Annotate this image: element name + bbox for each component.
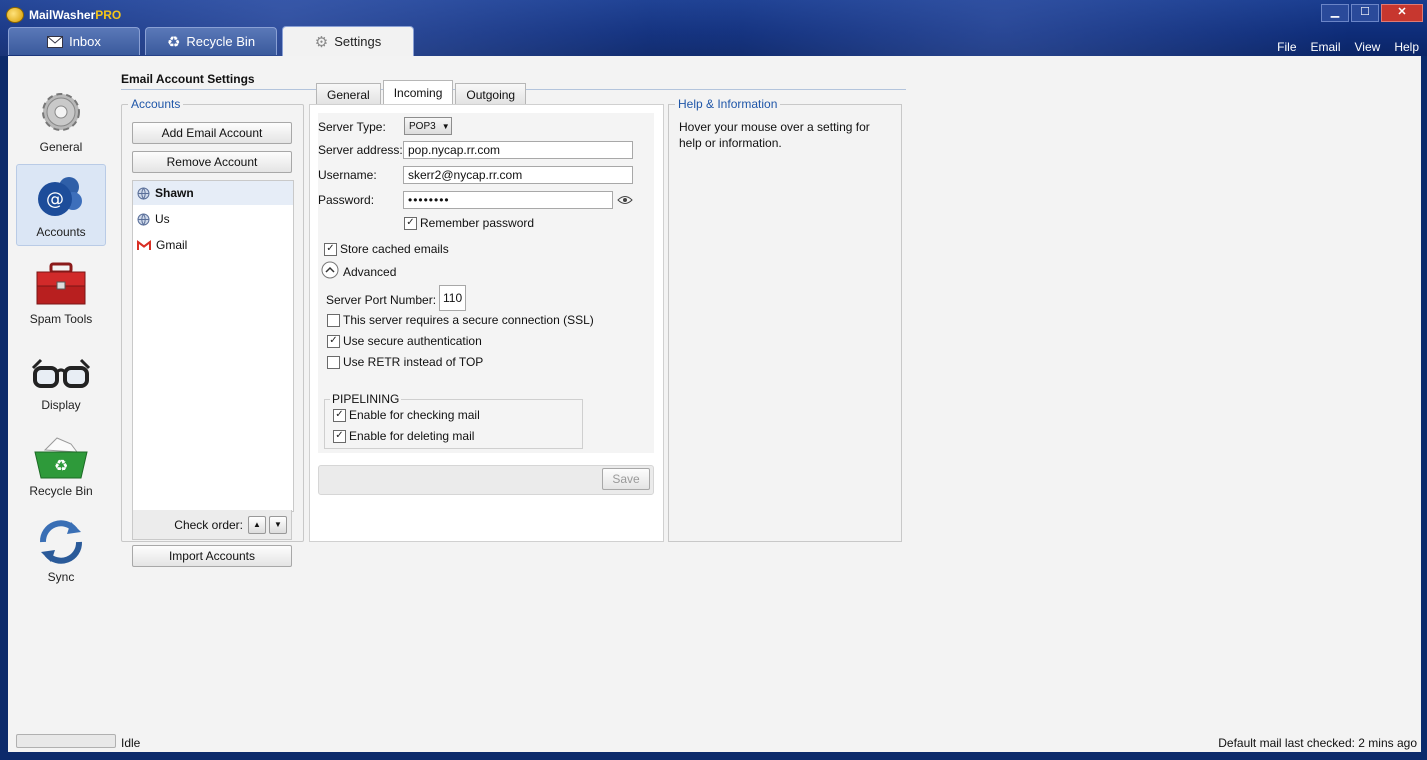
check-order-label: Check order: — [174, 517, 243, 532]
secure-authentication-checkbox[interactable]: ✓ — [327, 335, 340, 348]
menu-email[interactable]: Email — [1311, 40, 1341, 54]
tab-recycle-bin[interactable]: ♻ Recycle Bin — [145, 27, 277, 55]
accounts-list: Shawn Us Gmail — [132, 180, 294, 512]
main-tabs: Inbox ♻ Recycle Bin ⚙ Settings — [8, 26, 414, 56]
recycle-bin-icon: ♻ — [34, 437, 88, 479]
nav-spam-tools[interactable]: Spam Tools — [16, 250, 106, 332]
import-accounts-button[interactable]: Import Accounts — [132, 545, 292, 567]
incoming-settings: Server Type: POP3 ▼ Server address: pop.… — [318, 113, 654, 453]
svg-text:♻: ♻ — [54, 456, 68, 475]
globe-icon — [137, 213, 150, 226]
move-down-button[interactable]: ▼ — [269, 515, 287, 534]
use-retr-checkbox[interactable] — [327, 356, 340, 369]
server-port-field[interactable]: 110 — [439, 285, 466, 311]
ssl-label: This server requires a secure connection… — [343, 313, 594, 327]
remove-account-button[interactable]: Remove Account — [132, 151, 292, 173]
ssl-checkbox[interactable] — [327, 314, 340, 327]
minimize-button[interactable]: ▁ — [1321, 4, 1349, 22]
dropdown-arrow-icon: ▼ — [441, 121, 450, 131]
menu-help[interactable]: Help — [1394, 40, 1419, 54]
tab-general[interactable]: General — [316, 83, 381, 105]
move-up-button[interactable]: ▲ — [248, 515, 266, 534]
password-label: Password: — [318, 193, 375, 207]
svg-text:@: @ — [46, 189, 64, 210]
tab-inbox[interactable]: Inbox — [8, 27, 140, 55]
help-text: Hover your mouse over a setting for help… — [679, 120, 870, 150]
toolbox-icon — [36, 262, 86, 305]
pipelining-checking-checkbox[interactable]: ✓ — [333, 409, 346, 422]
globe-icon — [137, 187, 150, 200]
nav-sync[interactable]: Sync — [16, 508, 106, 590]
store-cached-emails-label: Store cached emails — [340, 242, 449, 256]
tab-incoming[interactable]: Incoming — [382, 80, 454, 105]
secure-authentication-label: Use secure authentication — [343, 334, 482, 348]
gear-icon: ⚙ — [314, 33, 329, 51]
nav-recycle-bin[interactable]: ♻ Recycle Bin — [16, 422, 106, 504]
tab-outgoing[interactable]: Outgoing — [455, 83, 527, 105]
server-port-label: Server Port Number: — [326, 293, 437, 307]
incoming-panel: Server Type: POP3 ▼ Server address: pop.… — [309, 104, 664, 542]
title-bar: MailWasherPRO ▁ ☐ ✕ Inbox ♻ Recycle Bin … — [0, 0, 1427, 56]
mailwasher-logo-icon — [6, 7, 24, 23]
at-sign-icon: @ — [38, 177, 82, 216]
show-password-icon[interactable] — [617, 195, 633, 205]
server-type-select[interactable]: POP3 ▼ — [404, 117, 452, 135]
remember-password-label: Remember password — [420, 216, 535, 230]
help-group-label: Help & Information — [675, 97, 781, 111]
server-type-label: Server Type: — [318, 120, 386, 134]
pipelining-deleting-label: Enable for deleting mail — [349, 429, 475, 443]
sync-icon — [40, 520, 82, 564]
tab-settings[interactable]: ⚙ Settings — [282, 26, 414, 56]
username-field[interactable]: skerr2@nycap.rr.com — [403, 166, 633, 184]
menu-file[interactable]: File — [1277, 40, 1296, 54]
pipelining-checking-label: Enable for checking mail — [349, 408, 480, 422]
server-address-field[interactable]: pop.nycap.rr.com — [403, 141, 633, 159]
last-checked-text: Default mail last checked: 2 mins ago — [1218, 736, 1417, 750]
account-item-us[interactable]: Us — [133, 207, 293, 231]
settings-page: General @ Accounts Spam Tools Display ♻ … — [8, 56, 1421, 752]
envelope-icon — [47, 35, 64, 48]
store-cached-emails-checkbox[interactable]: ✓ — [324, 243, 337, 256]
page-title: Email Account Settings — [121, 72, 255, 86]
glasses-icon — [31, 358, 91, 388]
collapse-advanced-icon[interactable] — [321, 261, 339, 279]
gmail-icon — [137, 239, 151, 250]
account-item-shawn[interactable]: Shawn — [133, 181, 293, 205]
nav-display[interactable]: Display — [16, 336, 106, 418]
status-progress-bar — [16, 734, 116, 748]
advanced-label[interactable]: Advanced — [343, 265, 396, 279]
close-button[interactable]: ✕ — [1381, 4, 1423, 22]
account-settings-tabs: General Incoming Outgoing — [316, 80, 527, 105]
status-text: Idle — [121, 736, 141, 750]
server-address-label: Server address: — [318, 143, 403, 157]
settings-nav: General @ Accounts Spam Tools Display ♻ … — [16, 78, 108, 594]
help-group: Help & Information Hover your mouse over… — [668, 97, 902, 542]
add-email-account-button[interactable]: Add Email Account — [132, 122, 292, 144]
nav-general[interactable]: General — [16, 78, 106, 160]
maximize-button[interactable]: ☐ — [1351, 4, 1379, 22]
account-item-gmail[interactable]: Gmail — [133, 233, 293, 257]
use-retr-label: Use RETR instead of TOP — [343, 355, 484, 369]
app-title: MailWasherPRO — [6, 7, 121, 23]
menu-view[interactable]: View — [1355, 40, 1381, 54]
remember-password-checkbox[interactable]: ✓ — [404, 217, 417, 230]
pipelining-deleting-checkbox[interactable]: ✓ — [333, 430, 346, 443]
status-bar: Idle Default mail last checked: 2 mins a… — [8, 730, 1421, 752]
accounts-group-label: Accounts — [128, 97, 184, 111]
gear-icon — [42, 93, 80, 131]
save-button[interactable]: Save — [602, 468, 650, 490]
username-label: Username: — [318, 168, 377, 182]
pipelining-label: PIPELINING — [330, 392, 402, 406]
check-order-bar: Check order: ▲ ▼ — [132, 510, 292, 540]
nav-accounts[interactable]: @ Accounts — [16, 164, 106, 246]
window-controls: ▁ ☐ ✕ — [1321, 4, 1423, 22]
recycle-icon: ♻ — [166, 33, 181, 51]
menu-bar: File Email View Help — [1277, 40, 1419, 54]
password-field[interactable]: •••••••• — [403, 191, 613, 209]
